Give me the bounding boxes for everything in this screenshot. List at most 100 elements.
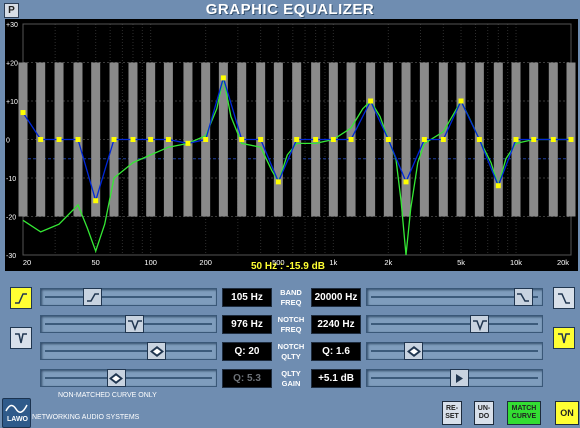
band-freq-left-value: 105 Hz [222,288,272,307]
y-tick-label: +10 [6,99,18,106]
title-bar: P GRAPHIC EQUALIZER [0,0,580,19]
notch-freq-right-slider[interactable] [366,315,543,333]
notch-qlty-left-slider[interactable] [40,342,217,360]
band-marker-29 [550,137,556,142]
band-fader-14[interactable] [273,62,283,217]
band-marker-17 [330,137,336,142]
band-marker-5 [111,137,117,142]
qlty-gain-right-value: +5.1 dB [311,369,361,388]
x-tick-label: 20 [23,258,31,267]
diamond-icon [109,372,123,384]
reset-button[interactable]: RE- SET [442,401,462,425]
band-marker-20 [385,137,391,142]
x-tick-label: 50 [92,258,100,267]
band-marker-2 [56,137,62,142]
band-marker-24 [458,98,464,104]
low-shelf-icon [86,292,99,302]
band-marker-25 [476,137,482,142]
triangle-right-icon [456,373,464,383]
notch-qlty-right-slider[interactable] [366,342,543,360]
qlty-gain-label: QLTY GAIN [281,369,301,388]
notch-icon [472,319,487,331]
qlty-gain-left-slider[interactable] [40,369,217,387]
notch-icon [127,319,142,331]
band-freq-right-value: 20000 Hz [311,288,361,307]
band-marker-15 [294,137,300,142]
high-shelf-button[interactable] [553,287,575,309]
low-shelf-button[interactable] [10,287,32,309]
band-fader-0[interactable] [18,62,28,217]
band-marker-12 [239,137,245,142]
band-fader-24[interactable] [456,62,466,217]
band-marker-8 [165,137,171,142]
band-marker-6 [130,137,136,142]
undo-button[interactable]: UN- DO [474,401,494,425]
band-marker-3 [75,137,81,142]
on-button[interactable]: ON [555,401,579,425]
x-tick-label: 5k [457,258,465,267]
x-tick-label: 100 [144,258,157,267]
notch-freq-left-value: 976 Hz [222,315,272,334]
band-fader-19[interactable] [366,62,376,217]
band-marker-19 [368,98,374,104]
band-freq-label: BAND FREQ [280,288,302,307]
high-shelf-icon [517,292,530,302]
x-tick-label: 20k [557,258,569,267]
notch-icon [558,333,570,344]
band-fader-26[interactable] [493,62,503,217]
match-curve-button[interactable]: MATCH CURVE [507,401,541,425]
band-marker-22 [421,137,427,142]
low-notch-button[interactable] [10,327,32,349]
band-freq-right-slider[interactable] [366,288,543,306]
band-marker-27 [513,137,519,142]
x-tick-label: 1k [329,258,337,267]
qlty-gain-left-value: Q: 5.3 [222,369,272,388]
slider-knob[interactable] [449,369,469,387]
qlty-gain-right-slider[interactable] [366,369,543,387]
logo-wave-icon [5,404,28,413]
x-tick-label: 200 [199,258,212,267]
slider-knob[interactable] [404,342,424,360]
x-tick-label: 2k [384,258,392,267]
undo-label: UN- DO [477,405,491,420]
band-marker-26 [495,183,501,189]
eq-graph[interactable]: +30+20+100-10-20-30 20 50 100 200 500 1k 2k 5k 1… [5,19,578,271]
band-marker-30 [568,137,574,142]
slider-knob[interactable] [513,288,533,306]
band-marker-9 [185,140,191,146]
company-name: NETWORKING AUDIO SYSTEMS [32,414,140,421]
y-tick-label: 0 [6,138,10,145]
slider-knob[interactable] [106,369,126,387]
band-marker-14 [275,179,281,185]
band-marker-23 [440,137,446,142]
band-marker-0 [20,110,26,116]
high-shelf-icon [558,293,570,304]
band-marker-28 [531,137,537,142]
low-shelf-icon [15,293,27,304]
x-tick-label: 10k [510,258,522,267]
band-marker-21 [403,179,409,185]
high-notch-button[interactable] [553,327,575,349]
graphic-equalizer-window: P GRAPHIC EQUALIZER +30 +20 +10 0 -10 -20 -30 … [0,0,580,428]
notch-qlty-label: NOTCH QLTY [277,342,305,361]
band-fader-9[interactable] [183,62,193,217]
notch-icon [15,333,27,344]
band-marker-10 [203,137,209,142]
slider-knob[interactable] [470,315,489,333]
notch-freq-left-slider[interactable] [40,315,217,333]
band-marker-18 [348,137,354,142]
band-marker-16 [313,137,319,142]
band-fader-21[interactable] [401,62,411,217]
diamond-icon [406,345,421,357]
cursor-readout: 50 Hz : -15.9 dB [251,261,325,271]
slider-knob[interactable] [147,342,167,360]
band-marker-7 [148,137,154,142]
band-freq-left-slider[interactable] [40,288,217,306]
slider-knob[interactable] [83,288,103,306]
band-marker-11 [220,75,226,81]
band-fader-11[interactable] [218,62,228,217]
diamond-icon [149,345,164,357]
band-fader-4[interactable] [91,62,101,217]
band-marker-1 [38,137,44,142]
slider-knob[interactable] [125,315,145,333]
